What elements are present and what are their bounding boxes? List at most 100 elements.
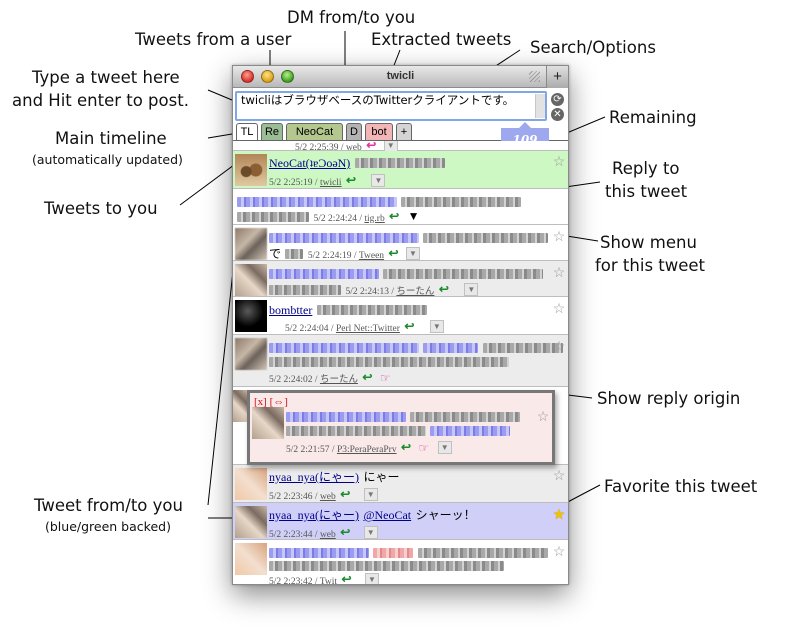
tweet-row: bombtter 5/2 2:24:04 / Perl Net::Twitter…: [233, 297, 568, 335]
avatar[interactable]: [252, 407, 284, 439]
star-icon[interactable]: ☆: [552, 468, 566, 482]
tweet-menu-button[interactable]: ▼: [437, 441, 452, 455]
tab-direct-messages[interactable]: D: [346, 123, 362, 141]
favorite-star-icon[interactable]: ★: [552, 507, 566, 521]
tweet-meta: 5/2 2:23:42 / Twit: [269, 577, 338, 585]
mention-link[interactable]: @NeoCat: [363, 508, 411, 522]
tweet-username[interactable]: bombtter: [269, 303, 312, 317]
reply-arrow-icon[interactable]: ↩: [346, 174, 359, 186]
tweet-text: シャーッ！: [415, 508, 476, 522]
tab-extracted-bot[interactable]: bot: [365, 123, 393, 141]
blurred-tweet-text: [354, 157, 445, 168]
star-icon[interactable]: ☆: [552, 339, 566, 353]
tweet-menu-button[interactable]: ▼: [464, 283, 479, 297]
tweet-source-link[interactable]: web: [320, 492, 336, 502]
blurred-tweet-text: [269, 284, 341, 295]
callout-reply-origin: Show reply origin: [597, 389, 741, 408]
tweet-row: NeoCat(ʇɐƆoǝN) 5/2 2:25:19 / twicli ↩ ▼ …: [233, 151, 568, 189]
callout-tweets-to-you: Tweets to you: [44, 199, 158, 218]
avatar[interactable]: [235, 228, 267, 260]
pointing-hand-icon[interactable]: ☞: [418, 441, 429, 455]
tweet-source-link[interactable]: P3:PeraPeraPrv: [337, 445, 397, 455]
reply-arrow-icon[interactable]: ↩: [340, 526, 353, 538]
tweet-row: 5/2 2:25:39 / web ↩ ▼: [233, 141, 568, 153]
callout-reply-1: Reply to: [612, 159, 680, 178]
callout-type-tweet-2: and Hit enter to post.: [12, 91, 189, 110]
tweet-row: nyaa_nya(にゃー) @NeoCat シャーッ！ 5/2 2:23:44 …: [233, 503, 568, 540]
tweet-text: にゃー: [363, 470, 400, 484]
tweet-source-link[interactable]: ちーたん: [396, 287, 434, 297]
avatar[interactable]: [235, 506, 267, 538]
tweet-compose-field[interactable]: twicliはブラウザベースのTwitterクライアントです。: [235, 91, 547, 121]
reply-arrow-icon[interactable]: ↩: [366, 141, 379, 151]
tweet-source-link[interactable]: Twit: [320, 577, 337, 584]
tweet-username[interactable]: nyaa_nya(にゃー): [269, 470, 359, 484]
reply-arrow-icon[interactable]: ↩: [342, 573, 355, 584]
tweet-menu-button[interactable]: ▼: [405, 247, 420, 261]
avatar[interactable]: [235, 300, 267, 332]
reply-arrow-icon[interactable]: ↩: [389, 210, 402, 222]
reply-arrow-icon[interactable]: ↩: [439, 283, 452, 295]
tweet-menu-button[interactable]: ▼: [429, 320, 444, 334]
blurred-tweet-text: [269, 232, 419, 243]
tweet-meta: 5/2 2:24:02 / ちーたん: [269, 375, 358, 385]
avatar[interactable]: [233, 390, 247, 422]
tweet-source-link[interactable]: Perl Net::Twitter: [336, 324, 400, 334]
reply-arrow-icon[interactable]: ↩: [401, 441, 414, 453]
tweet-username[interactable]: nyaa_nya(にゃー): [269, 508, 359, 522]
tweet-menu-button[interactable]: ▼: [363, 488, 378, 502]
star-icon[interactable]: ☆: [552, 544, 566, 558]
clear-icon[interactable]: ✕: [551, 108, 564, 121]
star-icon[interactable]: ☆: [552, 265, 566, 279]
tweet-row: 5/2 2:24:13 / ちーたん ↩ ▼ ☆: [233, 261, 568, 297]
callout-menu-1: Show menu: [600, 233, 697, 252]
reply-arrow-icon[interactable]: ↩: [340, 488, 353, 500]
tweet-source-link[interactable]: twicli: [320, 178, 342, 188]
tweet-meta: 5/2 2:21:57 / P3:PeraPeraPrv: [286, 445, 397, 455]
star-icon[interactable]: ☆: [552, 154, 566, 168]
star-icon[interactable]: ☆: [552, 301, 566, 315]
compose-scrollbar[interactable]: [535, 94, 545, 118]
reply-arrow-icon[interactable]: ↩: [362, 371, 375, 383]
blurred-tweet-text: [423, 232, 549, 243]
tweet-menu-button[interactable]: ▼: [364, 573, 379, 584]
avatar[interactable]: [235, 338, 267, 370]
new-window-button[interactable]: +: [546, 66, 568, 88]
blurred-tweet-text: [423, 342, 479, 353]
pointing-hand-icon[interactable]: ☞: [380, 371, 391, 385]
tweet-menu-button[interactable]: ▼: [371, 174, 386, 188]
tweet-meta: 5/2 2:23:44 / web: [269, 530, 336, 540]
resize-grip-icon[interactable]: [529, 71, 540, 82]
tweet-menu-button[interactable]: ▼: [406, 210, 421, 224]
blurred-tweet-text: [269, 356, 509, 367]
avatar[interactable]: [235, 543, 267, 575]
timeline: 5/2 2:25:39 / web ↩ ▼ NeoCat(ʇɐƆoǝN) 5/2…: [233, 141, 568, 585]
tweet-text: で: [269, 247, 282, 261]
tweet-menu-button[interactable]: ▼: [363, 526, 378, 540]
tweet-source-link[interactable]: tig.rb: [364, 214, 384, 224]
avatar[interactable]: [235, 468, 267, 500]
search-options-icon[interactable]: ⟳: [551, 93, 564, 106]
callout-from-to: Tweet from/to you: [34, 496, 183, 515]
avatar[interactable]: [235, 264, 267, 296]
reply-arrow-icon[interactable]: ↩: [389, 247, 402, 259]
tweet-source-link[interactable]: Tween: [359, 251, 384, 261]
tweet-source-link[interactable]: web: [320, 530, 336, 540]
blurred-tweet-text: [237, 196, 397, 207]
reply-arrow-icon[interactable]: ↩: [404, 320, 417, 332]
tab-add-search[interactable]: +: [396, 123, 412, 141]
star-icon[interactable]: ☆: [536, 409, 550, 423]
tweet-row: 5/2 2:24:02 / ちーたん ↩ ☞ ☆: [233, 335, 568, 387]
tab-replies[interactable]: Re: [261, 123, 283, 141]
tweet-meta: 5/2 2:23:46 / web: [269, 492, 336, 502]
star-icon[interactable]: ☆: [552, 229, 566, 243]
blurred-tweet-text: [401, 196, 522, 207]
tweet-username[interactable]: NeoCat(ʇɐƆoǝN): [269, 156, 350, 170]
callout-dm: DM from/to you: [287, 8, 416, 27]
tweet-source-link[interactable]: ちーたん: [320, 375, 358, 385]
callout-auto-updated: (automatically updated): [32, 152, 183, 167]
blurred-tweet-text: [383, 268, 544, 279]
callout-favorite: Favorite this tweet: [604, 477, 758, 496]
avatar[interactable]: [235, 154, 267, 186]
tab-user-neocat[interactable]: NeoCat: [286, 123, 343, 141]
